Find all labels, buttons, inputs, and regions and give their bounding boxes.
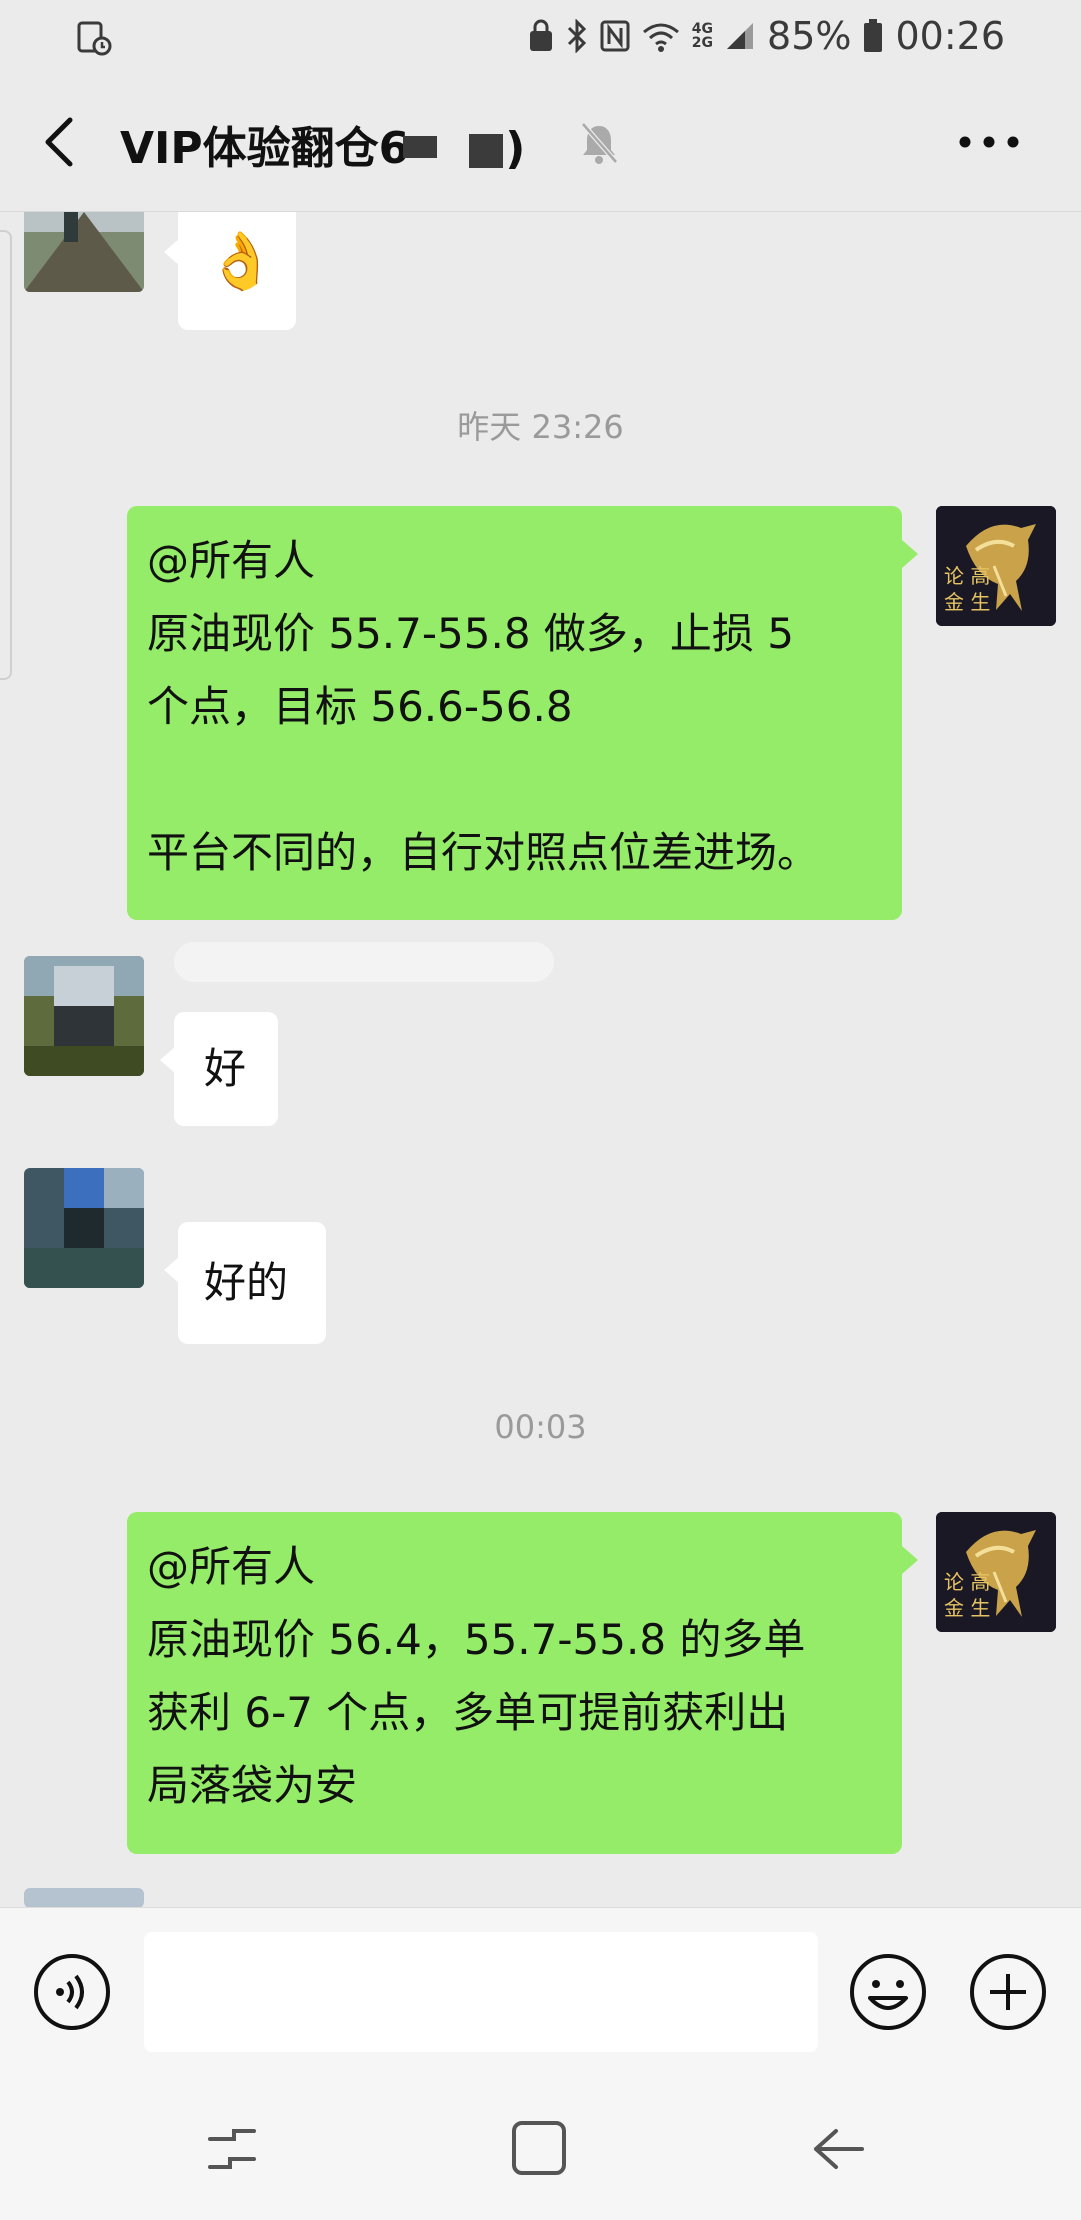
network-type: 4G 2G	[691, 21, 714, 51]
battery-percent: 85%	[767, 14, 852, 58]
more-dots-icon[interactable]	[957, 134, 1021, 150]
censor-block	[469, 134, 504, 168]
voice-icon[interactable]	[32, 1952, 112, 2032]
message-line	[147, 743, 882, 816]
wifi-icon	[642, 23, 679, 52]
censor-block	[403, 136, 438, 158]
system-nav-bar	[0, 2075, 1081, 2220]
avatar[interactable]	[24, 1888, 144, 1907]
chat-title-text: VIP体验翻仓6	[120, 123, 410, 174]
clock: 00:26	[895, 14, 1005, 58]
battery-icon	[864, 19, 883, 52]
recent-apps-icon[interactable]	[200, 2117, 264, 2181]
blurred-sender-name	[174, 942, 554, 982]
self-avatar[interactable]: 论 高 金 生	[936, 1512, 1056, 1632]
message-text: 好	[204, 1044, 247, 1093]
mute-bell-icon	[581, 122, 618, 164]
chat-header: VIP体验翻仓6)	[0, 70, 1081, 212]
bluetooth-icon	[567, 19, 586, 53]
message-line: @所有人	[147, 536, 316, 585]
chat-title: VIP体验翻仓6)	[120, 112, 525, 176]
input-bar	[0, 1907, 1081, 2075]
plus-icon[interactable]	[968, 1952, 1048, 2032]
status-icons: 4G 2G 85% 00:26	[528, 12, 1005, 60]
avatar[interactable]	[24, 212, 144, 292]
scroll-indicator	[0, 230, 12, 680]
message-line: 平台不同的，自行对照点位差进场。	[147, 828, 820, 877]
avatar-text: 论 高	[944, 1570, 991, 1594]
message-line: 个点，目标 56.6-56.8	[147, 682, 573, 731]
avatar-text: 金 生	[944, 590, 991, 614]
message-text: 好的	[204, 1258, 289, 1307]
message-input[interactable]	[144, 1932, 818, 2052]
message-bubble[interactable]: 👌	[164, 212, 296, 330]
back-icon[interactable]	[806, 2117, 870, 2181]
message-bubble[interactable]: 好的	[164, 1222, 326, 1344]
message-line: 局落袋为安	[147, 1761, 358, 1810]
avatar-text: 金 生	[944, 1596, 991, 1620]
screen-record-icon	[77, 21, 112, 56]
timestamp: 昨天 23:26	[457, 408, 624, 446]
status-bar: 4G 2G 85% 00:26	[0, 0, 1081, 70]
avatar-text: 论 高	[944, 564, 991, 588]
lock-icon	[529, 19, 552, 51]
avatar[interactable]	[24, 956, 144, 1076]
nfc-icon	[600, 20, 630, 52]
message-bubble[interactable]: 好	[160, 1012, 278, 1126]
message-line: 原油现价 55.7-55.8 做多，止损 5	[147, 609, 794, 658]
message-list[interactable]: 👌 昨天 23:26 @所有人 原油现价 55.7-55.8 做多，止损 5 个…	[0, 212, 1081, 1907]
signal-icon	[727, 23, 754, 49]
message-bubble[interactable]: @所有人 原油现价 56.4，55.7-55.8 的多单 获利 6-7 个点，多…	[127, 1512, 918, 1854]
message-line: @所有人	[147, 1542, 316, 1591]
self-avatar[interactable]: 论 高 金 生	[936, 506, 1056, 626]
timestamp: 00:03	[494, 1408, 587, 1446]
emoji-icon[interactable]	[848, 1952, 928, 2032]
ok-hand-icon: 👌	[206, 229, 276, 294]
avatar[interactable]	[24, 1168, 144, 1288]
home-icon[interactable]	[508, 2117, 572, 2181]
message-line: 获利 6-7 个点，多单可提前获利出	[147, 1688, 789, 1737]
back-arrow-icon[interactable]	[36, 112, 86, 172]
message-line: 原油现价 56.4，55.7-55.8 的多单	[147, 1615, 806, 1664]
chat-title-suffix: )	[505, 123, 526, 174]
message-bubble[interactable]: @所有人 原油现价 55.7-55.8 做多，止损 5 个点，目标 56.6-5…	[127, 506, 918, 920]
